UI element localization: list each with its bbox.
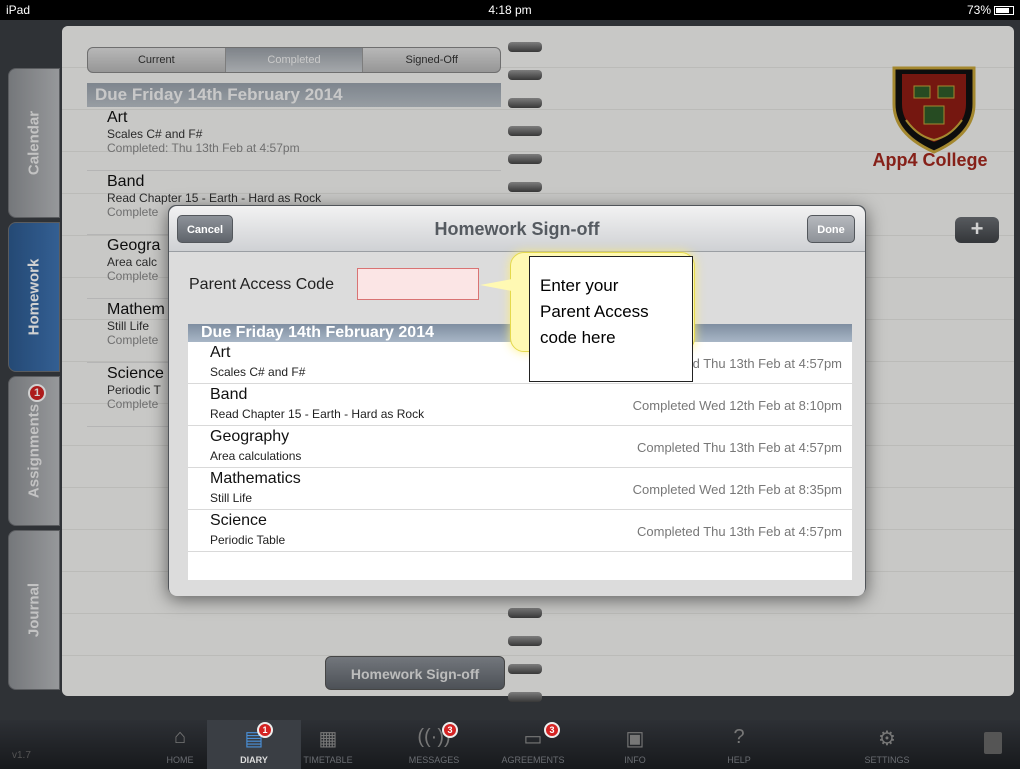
messages-icon: ((·)) xyxy=(417,726,451,748)
diary-badge: 1 xyxy=(257,722,273,738)
timetable-icon: ▦ xyxy=(318,728,338,750)
messages-badge: 3 xyxy=(442,722,458,738)
tab-settings-label: SETTINGS xyxy=(864,755,910,765)
callout-pointer xyxy=(480,279,512,291)
parent-access-code-input[interactable] xyxy=(357,268,479,300)
dialog-navbar: Homework Sign-off Cancel Done xyxy=(169,206,865,252)
row-subject: Band xyxy=(210,386,248,403)
callout-text-box: Enter your Parent Access code here xyxy=(529,256,693,382)
tab-help-label: HELP xyxy=(727,755,751,765)
agreements-badge: 3 xyxy=(544,722,560,738)
row-status: Completed Thu 13th Feb at 4:57pm xyxy=(637,440,842,455)
tab-settings[interactable]: ⚙ SETTINGS xyxy=(840,720,934,769)
battery-icon xyxy=(994,6,1014,15)
tab-agreements[interactable]: ▭ AGREEMENTS 3 xyxy=(486,720,580,769)
done-button[interactable]: Done xyxy=(807,215,855,243)
settings-icon: ⚙ xyxy=(878,728,896,750)
row-status: Completed Wed 12th Feb at 8:10pm xyxy=(632,398,842,413)
row-description: Periodic Table xyxy=(210,533,286,547)
table-row[interactable]: Science Periodic Table Completed Thu 13t… xyxy=(188,510,852,552)
agreements-icon: ▭ xyxy=(523,728,543,750)
row-description: Still Life xyxy=(210,491,253,505)
callout-line-2: Parent Access xyxy=(540,302,649,321)
battery-percent: 73% xyxy=(966,3,991,17)
bottom-tab-bar: v1.7 ⌂ HOME ▤ DIARY 1 ▦ TIMETABLE ((·)) … xyxy=(0,720,1020,769)
callout-line-1: Enter your xyxy=(540,276,619,295)
row-subject: Art xyxy=(210,344,231,361)
help-icon: ? xyxy=(733,726,745,748)
battery-indicator: 73% xyxy=(967,3,1014,17)
table-row[interactable]: Band Read Chapter 15 - Earth - Hard as R… xyxy=(188,384,852,426)
row-description: Read Chapter 15 - Earth - Hard as Rock xyxy=(210,407,425,421)
row-status: Completed Wed 12th Feb at 8:35pm xyxy=(632,482,842,497)
tab-agreements-label: AGREEMENTS xyxy=(501,755,565,765)
row-subject: Science xyxy=(210,512,267,529)
tab-messages-label: MESSAGES xyxy=(408,755,460,765)
table-row[interactable]: Geography Area calculations Completed Th… xyxy=(188,426,852,468)
dialog-title: Homework Sign-off xyxy=(434,219,600,239)
row-description: Scales C# and F# xyxy=(210,365,306,379)
row-description: Area calculations xyxy=(210,449,302,463)
tab-info[interactable]: ▣ INFO xyxy=(588,720,682,769)
table-row[interactable]: Mathematics Still Life Completed Wed 12t… xyxy=(188,468,852,510)
status-time: 4:18 pm xyxy=(488,3,532,17)
cancel-button[interactable]: Cancel xyxy=(177,215,233,243)
tab-messages[interactable]: ((·)) MESSAGES 3 xyxy=(387,720,481,769)
tab-info-label: INFO xyxy=(624,755,646,765)
tab-help[interactable]: ? HELP xyxy=(692,720,786,769)
trash-icon[interactable] xyxy=(984,732,1002,754)
callout-line-3: code here xyxy=(540,328,616,347)
row-status: Completed Thu 13th Feb at 4:57pm xyxy=(637,524,842,539)
tab-timetable-label: TIMETABLE xyxy=(303,755,353,765)
app-version: v1.7 xyxy=(12,750,31,761)
row-subject: Mathematics xyxy=(210,470,301,487)
info-icon: ▣ xyxy=(625,728,645,750)
tab-timetable[interactable]: ▦ TIMETABLE xyxy=(281,720,375,769)
parent-access-code-label: Parent Access Code xyxy=(189,276,334,293)
status-bar: iPad 4:18 pm 73% xyxy=(0,0,1020,20)
row-subject: Geography xyxy=(210,428,290,445)
instruction-callout: Enter your Parent Access code here xyxy=(480,252,695,384)
